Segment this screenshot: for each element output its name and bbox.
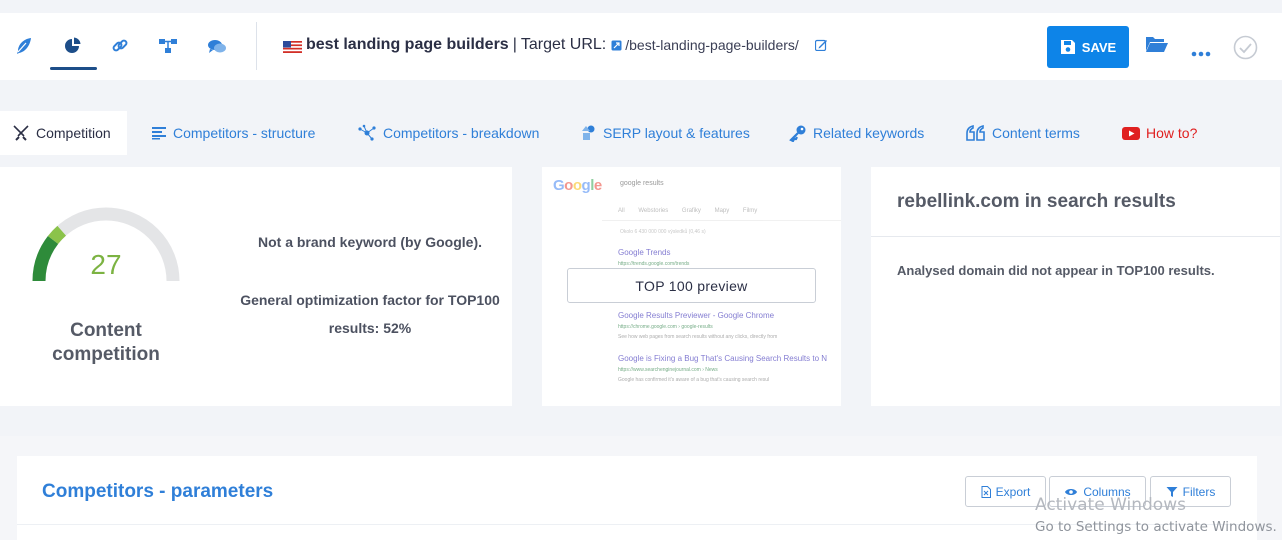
keyword-line: best landing page builders | Target URL:… [306, 36, 828, 54]
competition-score: 27 [90, 249, 122, 280]
export-button[interactable]: Export [965, 476, 1046, 507]
tab-label: Content terms [992, 125, 1080, 141]
feather-icon[interactable] [11, 33, 37, 59]
file-export-icon [981, 485, 991, 498]
serp-result-desc: Google has confirmed it's aware of a bug… [618, 377, 770, 383]
keyword-title: best landing page builders [306, 36, 509, 53]
youtube-icon [1122, 126, 1140, 140]
section-tabs: Competition Competitors - structure Comp… [0, 111, 1282, 155]
us-flag-icon [283, 41, 302, 53]
toolbar-divider [256, 22, 257, 70]
save-button[interactable]: SAVE [1047, 26, 1129, 68]
serp-meta: Okolo 6 430 000 000 výsledků (0,46 s) [620, 229, 706, 235]
tab-how-to[interactable]: How to? [1122, 111, 1197, 155]
serp-result-url: https://trends.google.com/trends [618, 261, 690, 267]
tab-related-keywords[interactable]: Related keywords [789, 111, 924, 155]
pie-chart-icon[interactable] [60, 33, 86, 59]
windows-activation-watermark: Activate Windows Go to Settings to activ… [1035, 495, 1277, 535]
serp-result-title: Google Trends [618, 248, 671, 257]
tab-label: How to? [1146, 125, 1198, 141]
export-label: Export [995, 484, 1031, 499]
structure-list-icon [152, 127, 166, 140]
serp-result-url: https://chrome.google.com › google-resul… [618, 324, 713, 330]
tab-competition[interactable]: Competition [0, 111, 127, 155]
check-circle-icon[interactable] [1233, 35, 1258, 65]
tab-label: Related keywords [813, 125, 925, 141]
optimization-factor-text: General optimization factor for TOP100 r… [240, 292, 500, 336]
target-url-label: Target URL: [520, 36, 607, 53]
serp-preview-card[interactable]: Google google results All Webstories Gra… [542, 167, 841, 406]
quote-icon [966, 125, 985, 141]
save-label: SAVE [1081, 39, 1117, 55]
top100-preview-button[interactable]: TOP 100 preview [567, 268, 816, 303]
serp-result-desc: See how web pages from search results wi… [618, 334, 778, 340]
competition-label: Content competition [52, 320, 160, 365]
more-dots-icon[interactable] [1191, 44, 1211, 62]
tab-label: Competitors - breakdown [383, 125, 540, 141]
tab-serp-layout[interactable]: SERP layout & features [581, 111, 750, 155]
brand-keyword-text: Not a brand keyword (by Google). [257, 234, 483, 250]
serp-result-title: Google Results Previewer - Google Chrome [618, 311, 775, 320]
tab-competitors-structure[interactable]: Competitors - structure [151, 111, 315, 155]
card-divider [871, 236, 1280, 237]
domain-results-card: rebellink.com in search results Analysed… [871, 167, 1280, 406]
floppy-icon [1060, 40, 1075, 54]
key-icon [789, 125, 806, 142]
serp-query: google results [620, 180, 664, 187]
serp-tabs: All Webstories Grafiky Mapy Filmy [618, 208, 758, 214]
serp-divider [602, 220, 841, 221]
activation-title: Activate Windows [1035, 495, 1186, 515]
network-icon [358, 124, 376, 141]
external-link-icon[interactable] [611, 40, 622, 51]
structure-icon[interactable] [155, 33, 181, 59]
shapes-icon [582, 125, 595, 140]
serp-result-title: Google is Fixing a Bug That's Causing Se… [618, 354, 828, 363]
domain-results-title: rebellink.com in search results [897, 191, 1176, 212]
section-title: Competitors - parameters [42, 481, 274, 502]
edit-icon[interactable] [814, 39, 828, 51]
google-logo: Google [553, 177, 602, 194]
tab-content-terms[interactable]: Content terms [966, 111, 1080, 155]
link-icon[interactable] [107, 33, 133, 59]
tab-label: SERP layout & features [603, 125, 750, 141]
folder-open-icon[interactable] [1145, 34, 1169, 59]
swords-icon [13, 125, 29, 141]
target-url-link[interactable]: /best-landing-page-builders/ [625, 37, 799, 53]
serp-result-url: https://www.searchenginejournal.com › Ne… [618, 367, 718, 373]
keyword-separator: | [512, 36, 517, 53]
tab-competitors-breakdown[interactable]: Competitors - breakdown [357, 111, 539, 155]
domain-results-message: Analysed domain did not appear in TOP100… [897, 263, 1215, 278]
tab-label: Competition [36, 125, 111, 141]
tab-label: Competitors - structure [173, 125, 316, 141]
chat-icon[interactable] [204, 33, 230, 59]
activation-subtitle: Go to Settings to activate Windows. [1035, 519, 1277, 535]
top-toolbar: best landing page builders | Target URL:… [0, 13, 1282, 80]
active-tool-indicator [50, 67, 97, 70]
competition-card: 27 Content competition Not a brand keywo… [0, 167, 512, 406]
